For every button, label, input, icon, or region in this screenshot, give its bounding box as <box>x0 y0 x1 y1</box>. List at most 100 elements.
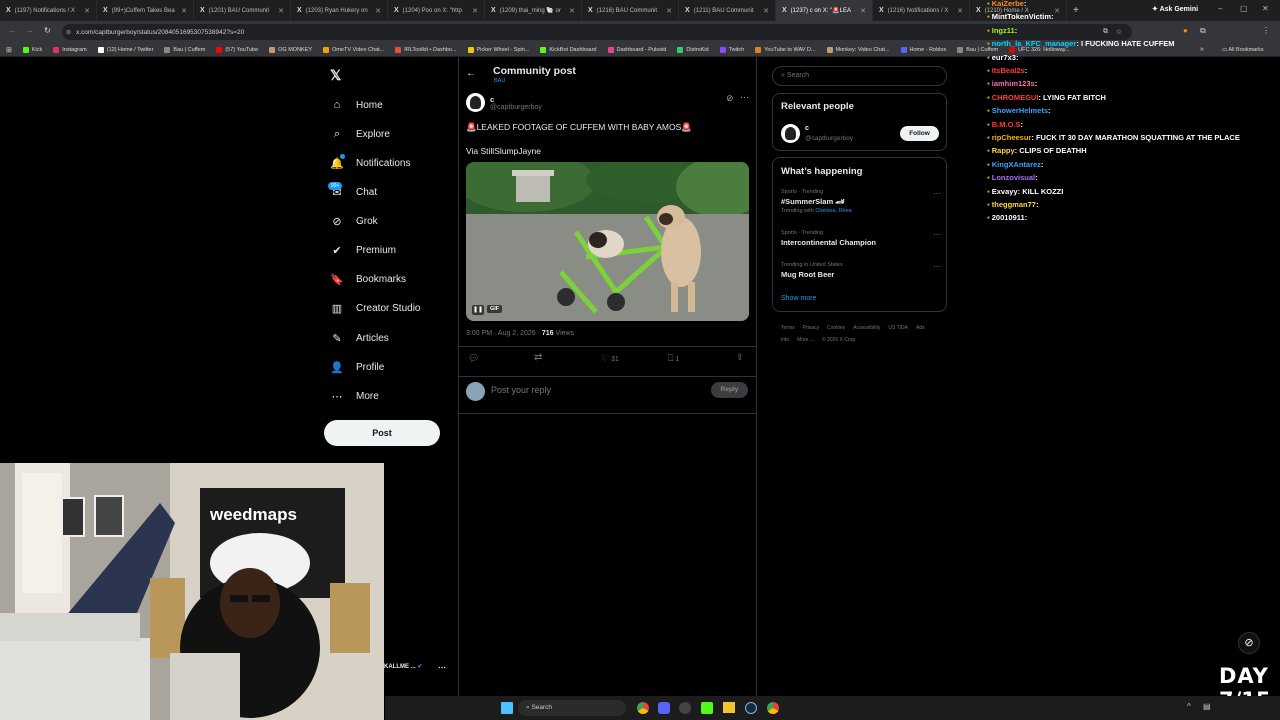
trend-more-icon[interactable]: ⋯ <box>933 262 941 271</box>
nav-item-home[interactable]: ⌂ Home <box>330 98 383 112</box>
bookmark-item[interactable]: (12) Home / Twitter <box>97 46 153 53</box>
bookmark-item[interactable]: Twitch <box>719 46 744 53</box>
bookmarks-overflow-icon[interactable]: » <box>1200 46 1204 53</box>
bookmark-item[interactable]: DistroKid <box>677 46 709 53</box>
follow-button[interactable]: Follow <box>900 126 939 141</box>
nav-item-profile[interactable]: 👤 Profile <box>330 360 384 374</box>
trend-more-icon[interactable]: ⋯ <box>933 230 941 239</box>
browser-tab[interactable]: X (1211) BAU Communit ✕ <box>679 0 776 21</box>
bookmark-item[interactable]: Home - Roblox <box>900 46 946 53</box>
close-tab-icon[interactable]: ✕ <box>278 7 284 15</box>
trend-more-icon[interactable]: ⋯ <box>933 189 941 198</box>
close-tab-icon[interactable]: ✕ <box>860 7 866 15</box>
reload-icon[interactable]: ↻ <box>44 26 51 35</box>
tray-chevron-icon[interactable]: ^ <box>1187 702 1191 711</box>
post-button[interactable]: Post <box>324 420 440 446</box>
share-icon[interactable]: ⇪ <box>736 352 744 363</box>
nav-item-bookmarks[interactable]: 🔖 Bookmarks <box>330 272 406 286</box>
chat-username[interactable]: north_la_KFC_manager <box>992 39 1077 48</box>
post-more-icon[interactable]: ⋯ <box>740 92 749 103</box>
post-timestamp[interactable]: 3:00 PM · Aug 2, 2026 · <box>466 330 542 337</box>
back-arrow-icon[interactable]: ← <box>466 68 476 79</box>
close-tab-icon[interactable]: ✕ <box>472 7 478 15</box>
trend-item[interactable]: Sports · Trending Intercontinental Champi… <box>781 230 941 247</box>
bookmark-item[interactable]: Instagram <box>53 46 87 53</box>
post-gif[interactable]: ❚❚ GIF <box>466 162 749 321</box>
new-tab-icon[interactable]: + <box>1073 5 1079 16</box>
chat-username[interactable]: ShowerHelmets <box>992 106 1048 115</box>
footer-link[interactable]: Terms <box>781 325 795 331</box>
author-handle[interactable]: @captburgerboy <box>490 104 542 111</box>
footer-link[interactable]: Accessibility <box>853 325 880 331</box>
chat-username[interactable]: ripCheesur <box>992 133 1032 142</box>
grok-float-icon[interactable]: ⊘ <box>1238 632 1260 654</box>
close-tab-icon[interactable]: ✕ <box>375 7 381 15</box>
reply-input[interactable]: Post your reply <box>491 385 551 395</box>
repost-icon[interactable]: ⇄ <box>534 352 542 363</box>
footer-link[interactable]: Privacy <box>803 325 819 331</box>
nav-item-more[interactable]: ⋯ More <box>330 389 379 403</box>
bookmark-button[interactable]: ⎕ 1 <box>668 353 679 364</box>
close-tab-icon[interactable]: ✕ <box>569 7 575 15</box>
forward-icon[interactable]: → <box>26 26 34 35</box>
close-tab-icon[interactable]: ✕ <box>957 7 963 15</box>
chat-username[interactable]: MintTokenVictim <box>992 12 1051 21</box>
nav-item-explore[interactable]: ⌕ Explore <box>330 127 390 141</box>
close-tab-icon[interactable]: ✕ <box>181 7 187 15</box>
footer-link[interactable]: Cookies <box>827 325 845 331</box>
grok-explain-icon[interactable]: ⊘ <box>726 93 734 104</box>
explorer-taskbar-icon[interactable] <box>723 702 735 713</box>
show-more-link[interactable]: Show more <box>781 295 816 302</box>
like-button[interactable]: ♡ 31 <box>601 353 619 364</box>
community-name[interactable]: BAU <box>494 78 505 84</box>
obs-taskbar-icon[interactable] <box>679 702 691 714</box>
close-tab-icon[interactable]: ✕ <box>84 7 90 15</box>
extension-icon[interactable]: ● <box>1183 26 1188 35</box>
url-bar[interactable]: ⊜ x.com/captburgerboy/status/20840516953… <box>62 24 1132 40</box>
star-icon[interactable]: ☆ <box>1116 28 1122 36</box>
bookmark-item[interactable]: OmeTV Video Chat... <box>323 46 384 53</box>
chat-username[interactable]: KingXAntarez <box>992 160 1041 169</box>
chat-username[interactable]: B.M.O.S <box>992 120 1021 129</box>
chat-username[interactable]: theggman77 <box>992 200 1036 209</box>
browser-tab[interactable]: X (99+)Cuffem Takes Bea ✕ <box>97 0 194 21</box>
menu-icon[interactable]: ⋮ <box>1262 26 1270 35</box>
bookmark-item[interactable]: (57) YouTube <box>216 46 258 53</box>
bookmark-item[interactable]: OG MONKEY <box>269 46 312 53</box>
reply-button[interactable]: Reply <box>711 382 748 398</box>
chat-username[interactable]: iamhim123s <box>992 79 1035 88</box>
bookmark-item[interactable]: Kick <box>22 46 42 53</box>
person-name[interactable]: c <box>805 125 809 132</box>
person-avatar[interactable] <box>781 124 800 143</box>
person-handle[interactable]: @captburgerboy <box>805 135 853 142</box>
chat-username[interactable]: ItsBeaI2s <box>992 66 1025 75</box>
close-tab-icon[interactable]: ✕ <box>666 7 672 15</box>
site-info-icon[interactable]: ⊜ <box>66 29 71 36</box>
maximize-icon[interactable]: ▢ <box>1240 4 1248 13</box>
close-tab-icon[interactable]: ✕ <box>1054 7 1060 15</box>
chat-username[interactable]: Lonzovisual <box>992 173 1035 182</box>
browser-tab[interactable]: X (1201) BAU Communit ✕ <box>194 0 291 21</box>
chat-username[interactable]: eur7x3 <box>992 53 1016 62</box>
extensions-icon[interactable]: ⧉ <box>1200 26 1206 36</box>
chrome2-taskbar-icon[interactable] <box>767 702 779 714</box>
chat-username[interactable]: KaiZerbe <box>992 0 1024 8</box>
my-avatar[interactable] <box>466 382 485 401</box>
browser-tab[interactable]: X (1216) Notifications / X ✕ <box>873 0 970 21</box>
account-more-icon[interactable]: ⋯ <box>438 663 446 672</box>
gif-pause-icon[interactable]: ❚❚ <box>472 305 484 315</box>
ask-gemini-button[interactable]: ✦ Ask Gemini <box>1152 5 1198 13</box>
trend-item[interactable]: Trending in United States Mug Root Beer ⋯ <box>781 262 941 279</box>
bookmark-item[interactable]: Bau | Cuffem <box>164 46 205 53</box>
chat-username[interactable]: Rappy <box>992 146 1015 155</box>
all-bookmarks-link[interactable]: ▭ All Bookmarks <box>1222 47 1264 53</box>
browser-tab[interactable]: X (1216) BAU Communit ✕ <box>582 0 679 21</box>
chat-username[interactable]: Exvayy <box>992 187 1018 196</box>
bookmark-item[interactable]: IRLToolkit • Dashbo... <box>395 46 457 53</box>
browser-tab[interactable]: X (1197) Notifications / X ✕ <box>0 0 97 21</box>
close-tab-icon[interactable]: ✕ <box>763 7 769 15</box>
nav-item-grok[interactable]: ⊘ Grok <box>330 214 377 228</box>
footer-link[interactable]: More ... <box>797 337 814 343</box>
chat-username[interactable]: Ingz11 <box>992 26 1015 35</box>
chat-username[interactable]: CHROMEGUI <box>992 93 1039 102</box>
